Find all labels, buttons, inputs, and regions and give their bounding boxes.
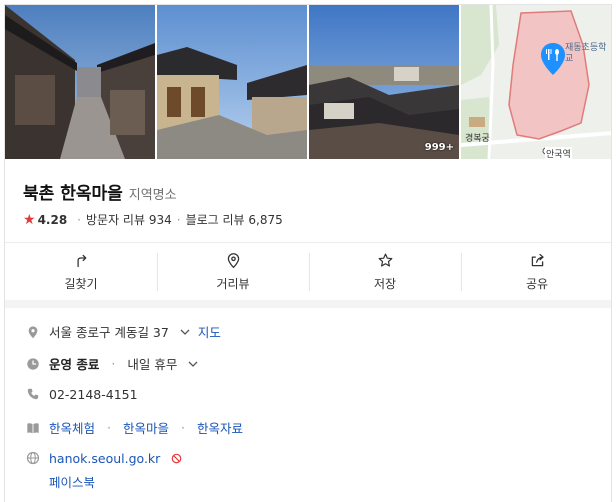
photo-hanok-street[interactable] <box>157 5 307 159</box>
photo-alley[interactable] <box>5 5 155 159</box>
place-category: 지역명소 <box>128 188 177 203</box>
place-card: 999+ 재동초등학교 경복궁 안국역 북촌 한옥마을 지역명소 ★ 4.28 … <box>4 4 612 502</box>
visitor-reviews-link[interactable]: 방문자 리뷰 934 <box>86 211 172 228</box>
map-label-palace: 경복궁 <box>465 134 490 144</box>
photo-gallery: 999+ 재동초등학교 경복궁 안국역 <box>5 5 611 159</box>
share-icon <box>531 253 544 266</box>
rating-row: ★ 4.28 · 방문자 리뷰 934 · 블로그 리뷰 6,875 <box>23 211 283 228</box>
tags-row: 한옥체험 · 한옥마을 · 한옥자료 <box>25 418 243 437</box>
map-thumbnail[interactable]: 재동초등학교 경복궁 안국역 <box>461 5 611 159</box>
phone-row: 02-2148-4151 <box>25 386 138 402</box>
chevron-down-icon[interactable] <box>188 359 198 369</box>
clock-icon <box>25 356 41 372</box>
chevron-down-icon[interactable] <box>180 327 190 337</box>
street-view-button[interactable]: 거리뷰 <box>157 243 309 300</box>
action-bar: 길찾기 거리뷰 저장 공유 <box>5 242 611 300</box>
map-label-station: 안국역 <box>545 147 572 159</box>
blog-reviews-link[interactable]: 블로그 리뷰 6,875 <box>186 211 283 228</box>
tag-hanok-materials[interactable]: 한옥자료 <box>197 418 243 437</box>
share-button[interactable]: 공유 <box>461 243 611 300</box>
facebook-row: 페이스북 <box>25 472 95 491</box>
street-view-icon <box>227 252 239 268</box>
directions-button[interactable]: 길찾기 <box>5 243 157 300</box>
book-icon <box>25 420 41 436</box>
phone-icon <box>25 386 41 402</box>
website-row: hanok.seoul.go.kr <box>25 450 182 466</box>
map-link[interactable]: 지도 <box>198 322 221 341</box>
tag-hanok-village[interactable]: 한옥마을 <box>123 418 169 437</box>
save-button[interactable]: 저장 <box>309 243 461 300</box>
tag-hanok-experience[interactable]: 한옥체험 <box>49 418 95 437</box>
star-outline-icon <box>378 253 392 267</box>
hours-row: 운영 종료 · 내일 휴무 <box>25 354 198 373</box>
hours-status[interactable]: 운영 종료 <box>49 354 99 373</box>
address-row: 서울 종로구 계동길 37 지도 <box>25 322 221 341</box>
facebook-link[interactable]: 페이스북 <box>49 472 95 491</box>
globe-icon <box>25 450 41 466</box>
photo-count-badge: 999+ <box>424 142 454 153</box>
location-pin-icon <box>25 324 41 340</box>
hours-next[interactable]: 내일 휴무 <box>127 354 177 373</box>
map-label-school: 재동초등학교 <box>565 43 607 64</box>
directions-icon <box>76 254 86 267</box>
details-section: 서울 종로구 계동길 37 지도 운영 종료 · 내일 휴무 02-2148-4… <box>5 300 611 502</box>
title-row: 북촌 한옥마을 지역명소 <box>23 179 177 204</box>
blocked-icon <box>172 453 182 463</box>
rating-value: 4.28 <box>37 212 68 227</box>
place-name[interactable]: 북촌 한옥마을 <box>23 179 123 204</box>
website-link[interactable]: hanok.seoul.go.kr <box>49 451 160 466</box>
address-text[interactable]: 서울 종로구 계동길 37 <box>49 322 169 341</box>
photo-rooftops[interactable]: 999+ <box>309 5 459 159</box>
star-icon: ★ <box>23 211 36 228</box>
phone-number[interactable]: 02-2148-4151 <box>49 387 138 402</box>
